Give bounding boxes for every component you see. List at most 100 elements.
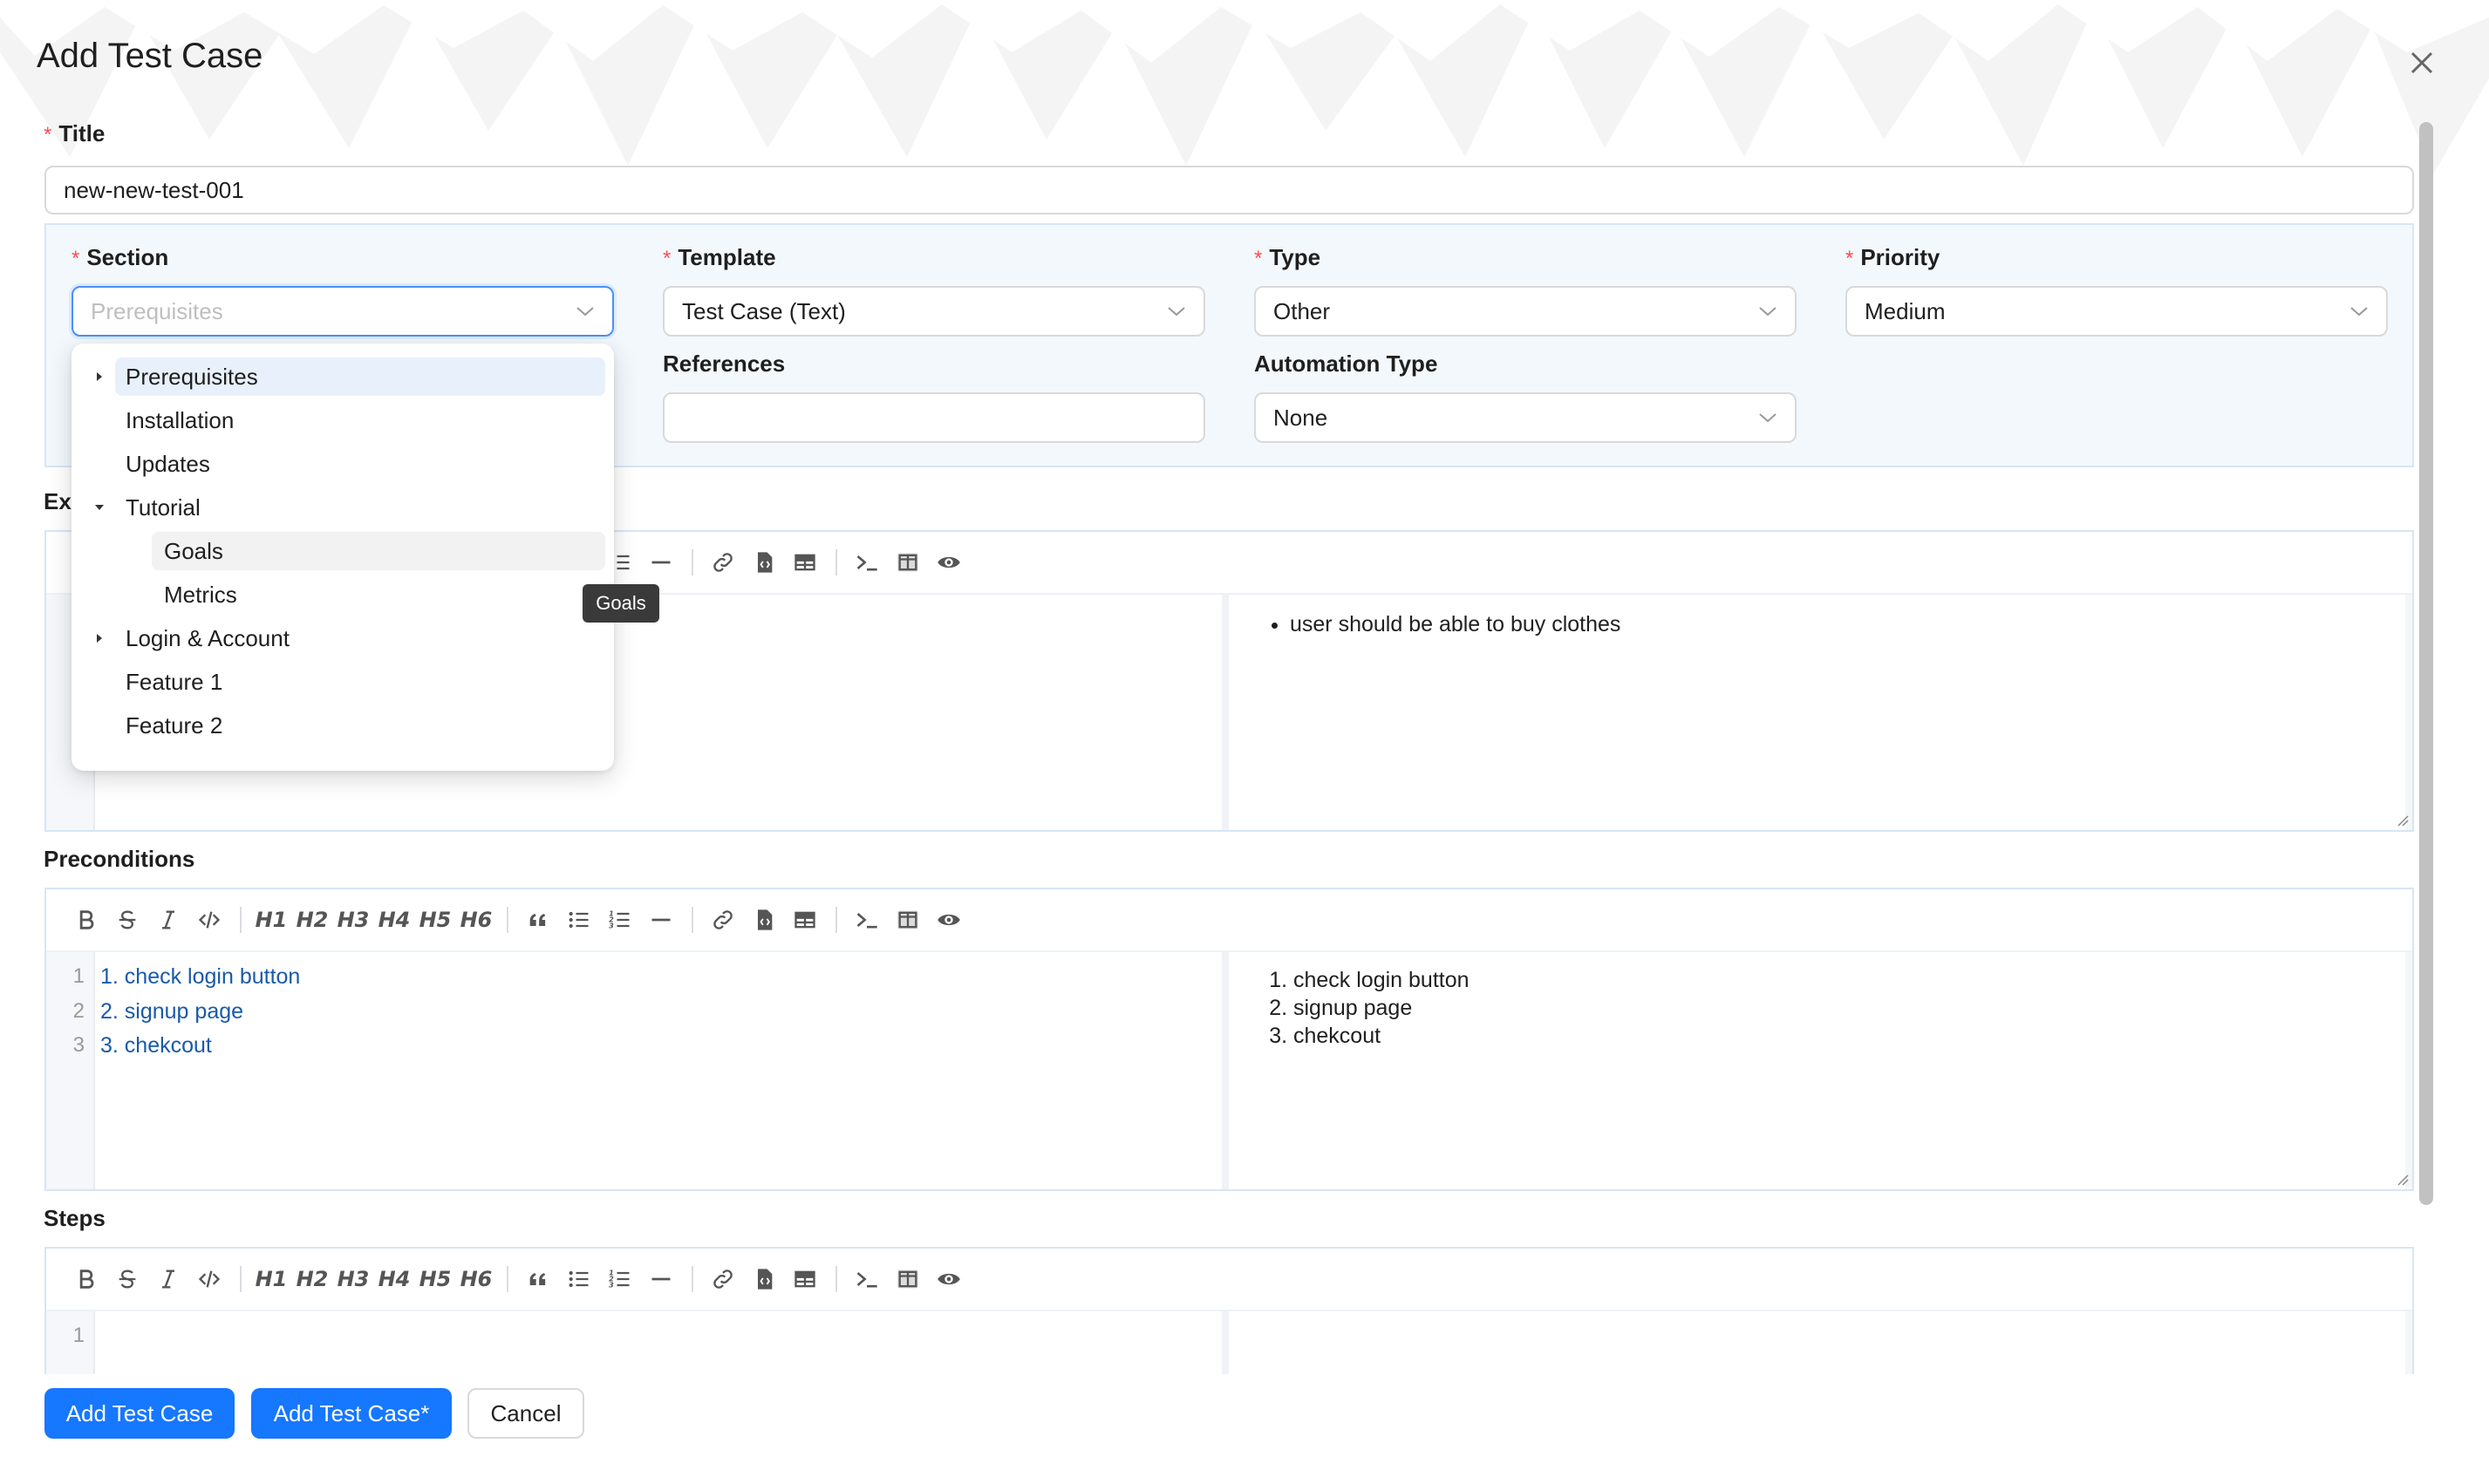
numbered-list-icon[interactable]: 123 [603,902,638,937]
tree-item-feature-1[interactable]: Feature 1 [115,663,605,701]
heading-6-button[interactable]: H6 [459,1262,494,1297]
add-test-case-and-next-button[interactable]: Add Test Case* [251,1388,452,1439]
tree-item-installation[interactable]: Installation [115,401,605,439]
line-number: 3 [72,1033,85,1057]
heading-4-button[interactable]: H4 [377,1262,412,1297]
toolbar-separator [835,1266,837,1292]
automation-type-label: Automation Type [1254,351,1438,377]
split-view-icon[interactable] [890,1262,925,1297]
preconditions-label: Preconditions [44,846,195,872]
italic-icon[interactable] [151,902,186,937]
chevron-down-icon [2350,307,2368,317]
table-icon[interactable] [788,545,822,580]
title-input[interactable]: new-new-test-001 [44,166,2414,214]
strikethrough-icon[interactable] [110,902,145,937]
table-icon [794,554,815,571]
line-number: 1 [72,964,85,988]
tree-item-prerequisites[interactable]: Prerequisites [97,357,605,396]
preview-icon[interactable] [931,902,966,937]
code-block-icon[interactable] [747,545,781,580]
editor-divider[interactable] [1222,952,1229,1189]
references-input[interactable] [663,392,1205,443]
heading-3-button[interactable]: H3 [336,902,371,937]
heading-1-button[interactable]: H1 [254,902,289,937]
code-line[interactable]: 1. check login button [100,964,300,990]
link-icon[interactable] [706,1262,740,1297]
split-view-icon[interactable] [890,902,925,937]
numbered-list-icon[interactable]: 123 [603,1262,638,1297]
code-icon[interactable] [192,902,227,937]
terminal-icon[interactable] [849,1262,884,1297]
table-icon[interactable] [788,902,822,937]
italic-icon[interactable] [151,1262,186,1297]
resize-handle-icon[interactable] [2397,1174,2409,1186]
tree-item-goals[interactable]: Goals [152,532,605,570]
type-select[interactable]: Other [1254,286,1797,337]
preview-icon[interactable] [931,1262,966,1297]
quote-icon[interactable] [521,902,556,937]
heading-1-button[interactable]: H1 [254,1262,289,1297]
preview-list-item: signup page [1293,994,1470,1022]
svg-text:3: 3 [609,921,614,929]
preconditions-editor: H1 H2 H3 H4 H5 H6 1 2 3 1 2 3 1. check login but… [44,888,2414,1191]
code-icon[interactable] [192,1262,227,1297]
resize-handle-icon[interactable] [2397,814,2409,827]
toolbar-separator [240,907,242,933]
add-test-case-button[interactable]: Add Test Case [44,1388,235,1439]
caret-down-icon[interactable] [94,502,105,513]
cancel-button[interactable]: Cancel [467,1388,584,1439]
heading-2-button[interactable]: H2 [295,902,330,937]
heading-3-button[interactable]: H3 [336,1262,371,1297]
bullet-list-icon[interactable] [562,902,597,937]
template-select[interactable]: Test Case (Text) [663,286,1205,337]
numbered-list-icon: 123 [609,1268,630,1289]
bullet-list-icon[interactable] [562,1262,597,1297]
priority-select[interactable]: Medium [1845,286,2388,337]
code-block-icon[interactable] [747,902,781,937]
caret-right-icon[interactable] [94,371,105,382]
terminal-icon[interactable] [849,902,884,937]
code-icon [198,1270,221,1288]
table-icon[interactable] [788,1262,822,1297]
tree-item-updates[interactable]: Updates [115,445,605,483]
split-view-icon[interactable] [890,545,925,580]
heading-5-button[interactable]: H5 [418,1262,453,1297]
code-line[interactable]: 2. signup page [100,999,243,1025]
code-line[interactable]: 3. chekcout [100,1033,212,1059]
template-label: * Template [663,244,776,270]
horizontal-rule-icon[interactable] [644,545,679,580]
editor-divider[interactable] [1222,595,1229,830]
tree-item-feature-2[interactable]: Feature 2 [115,706,605,745]
automation-type-select[interactable]: None [1254,392,1797,443]
link-icon[interactable] [706,902,740,937]
bold-icon[interactable] [69,1262,104,1297]
horizontal-rule-icon[interactable] [644,902,679,937]
toolbar-separator [507,907,508,933]
close-button[interactable] [2403,44,2441,82]
tree-item-tutorial[interactable]: Tutorial [95,488,605,527]
preview-icon[interactable] [931,545,966,580]
editor-divider[interactable] [1222,1311,1229,1374]
terminal-icon [856,913,877,929]
quote-icon[interactable] [521,1262,556,1297]
caret-right-icon[interactable] [94,633,105,643]
preview-icon [938,914,960,926]
tree-item-login-account[interactable]: Login & Account [97,619,605,657]
heading-5-button[interactable]: H5 [418,902,453,937]
link-icon[interactable] [706,545,740,580]
modal-scrollbar-thumb[interactable] [2419,122,2433,1205]
horizontal-rule-icon [651,561,671,564]
toolbar-separator [692,907,693,933]
horizontal-rule-icon[interactable] [644,1262,679,1297]
heading-4-button[interactable]: H4 [377,902,412,937]
bold-icon[interactable] [69,902,104,937]
heading-2-button[interactable]: H2 [295,1262,330,1297]
code-block-icon[interactable] [747,1262,781,1297]
tree-item-metrics[interactable]: Metrics [152,575,605,614]
section-select[interactable]: Prerequisites [72,286,614,337]
terminal-icon[interactable] [849,545,884,580]
heading-6-button[interactable]: H6 [459,902,494,937]
italic-icon [162,910,174,929]
line-number-gutter: 1 2 3 [46,952,95,1189]
strikethrough-icon[interactable] [110,1262,145,1297]
